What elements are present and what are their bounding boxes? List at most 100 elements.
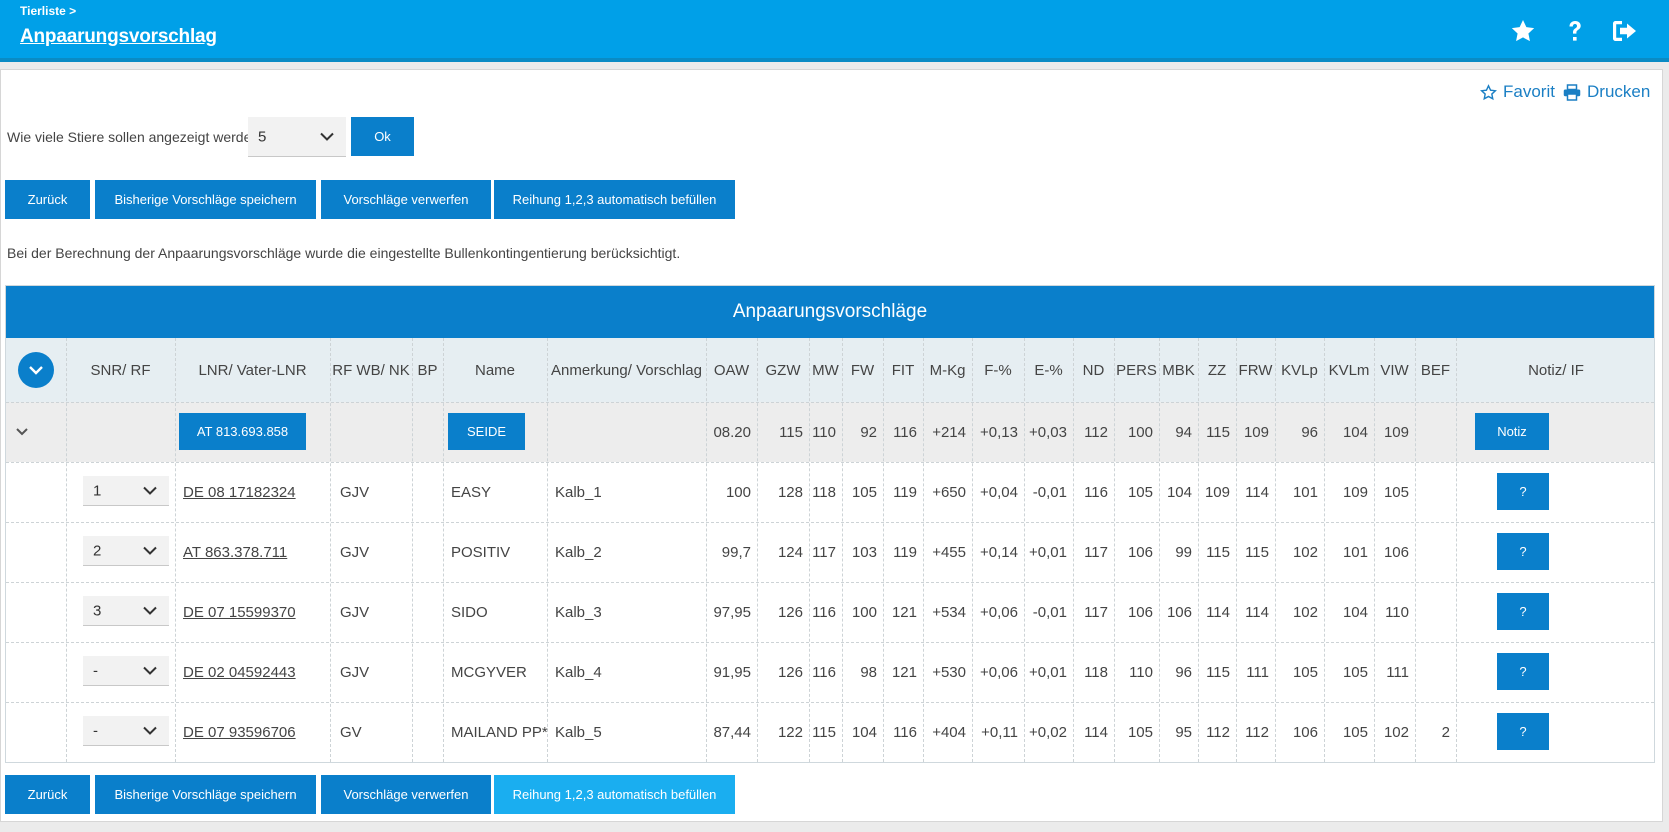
cow-value-gzw: 115: [779, 423, 803, 441]
column-header-kvlp[interactable]: KVLp: [1275, 338, 1324, 402]
value-frw: 114: [1245, 603, 1269, 621]
bull-lnr-link[interactable]: DE 08 17182324: [183, 462, 330, 522]
discard-suggestions-button[interactable]: Vorschläge verwerfen: [321, 180, 491, 219]
column-header-frw[interactable]: FRW: [1236, 338, 1275, 402]
if-button[interactable]: ?: [1497, 713, 1549, 750]
value-fit: 119: [893, 543, 917, 561]
column-header-snr[interactable]: SNR/ RF: [66, 338, 175, 402]
value-viw: 111: [1386, 663, 1409, 681]
value-kvlm: 105: [1342, 723, 1368, 741]
value-oaw: 97,95: [713, 603, 751, 621]
back-button-bottom[interactable]: Zurück: [5, 775, 90, 814]
cow-value-mbk: 94: [1175, 423, 1192, 441]
value-pers: 106: [1127, 603, 1153, 621]
logout-icon[interactable]: [1610, 16, 1640, 46]
if-button[interactable]: ?: [1497, 593, 1549, 630]
value-mkg: +650: [932, 483, 966, 501]
note-button[interactable]: Notiz: [1475, 413, 1549, 450]
cow-value-fit: 116: [893, 423, 917, 441]
chevron-down-icon: [143, 726, 157, 735]
column-header-bef[interactable]: BEF: [1415, 338, 1456, 402]
breadcrumb[interactable]: Tierliste >: [20, 4, 76, 18]
favorite-link[interactable]: Favorit: [1480, 82, 1555, 102]
help-icon[interactable]: [1560, 16, 1590, 46]
value-zz: 112: [1206, 723, 1230, 741]
bull-lnr-link[interactable]: DE 07 15599370: [183, 582, 330, 642]
column-header-fw[interactable]: FW: [842, 338, 883, 402]
value-frw: 115: [1245, 543, 1269, 561]
value-kvlp: 102: [1292, 543, 1318, 561]
ok-button[interactable]: Ok: [351, 117, 414, 156]
column-header-nd[interactable]: ND: [1073, 338, 1114, 402]
column-header-fit[interactable]: FIT: [883, 338, 923, 402]
column-header-rf[interactable]: RF WB/ NK: [330, 338, 412, 402]
discard-suggestions-button-bottom[interactable]: Vorschläge verwerfen: [321, 775, 491, 814]
cow-name-button[interactable]: SEIDE: [448, 413, 525, 450]
cow-lnr-button[interactable]: AT 813.693.858: [179, 413, 306, 450]
value-frw: 114: [1245, 483, 1269, 501]
value-zz: 114: [1206, 603, 1230, 621]
back-button[interactable]: Zurück: [5, 180, 90, 219]
value-nd: 116: [1084, 483, 1108, 501]
column-header-mw[interactable]: MW: [809, 338, 842, 402]
column-header-kvlm[interactable]: KVLm: [1324, 338, 1374, 402]
value-pers: 105: [1127, 483, 1153, 501]
value-fw: 100: [851, 603, 877, 621]
save-suggestions-button[interactable]: Bisherige Vorschläge speichern: [95, 180, 316, 219]
snr-select[interactable]: 3: [83, 596, 169, 626]
snr-select[interactable]: -: [83, 716, 169, 746]
if-button[interactable]: ?: [1497, 653, 1549, 690]
autofill-ranking-button[interactable]: Reihung 1,2,3 automatisch befüllen: [494, 180, 735, 219]
value-bef: 2: [1441, 723, 1450, 741]
value-gzw: 122: [777, 723, 803, 741]
column-header-bp[interactable]: BP: [412, 338, 443, 402]
chevron-down-icon: [29, 365, 43, 375]
snr-select[interactable]: 1: [83, 476, 169, 506]
cow-value-zz: 115: [1206, 423, 1230, 441]
value-mbk: 99: [1175, 543, 1192, 561]
column-header-mkg[interactable]: M-Kg: [923, 338, 972, 402]
print-link[interactable]: Drucken: [1563, 82, 1650, 102]
value-viw: 110: [1385, 603, 1409, 621]
bull-lnr-link[interactable]: DE 02 04592443: [183, 642, 330, 702]
value-kvlp: 105: [1292, 663, 1318, 681]
count-select[interactable]: 5: [248, 117, 346, 157]
value-fw: 104: [851, 723, 877, 741]
column-header-name[interactable]: Name: [443, 338, 547, 402]
bull-lnr-link[interactable]: DE 07 93596706: [183, 702, 330, 762]
snr-select[interactable]: 2: [83, 536, 169, 566]
value-nd: 117: [1084, 603, 1108, 621]
star-icon[interactable]: [1508, 16, 1538, 46]
value-bef: [1415, 582, 1450, 642]
save-suggestions-button-bottom[interactable]: Bisherige Vorschläge speichern: [95, 775, 316, 814]
chevron-down-icon: [143, 546, 157, 555]
column-header-notiz[interactable]: Notiz/ IF: [1456, 338, 1654, 402]
column-header-epct[interactable]: E-%: [1024, 338, 1073, 402]
column-header-zz[interactable]: ZZ: [1198, 338, 1236, 402]
value-mkg: +404: [932, 723, 966, 741]
if-button[interactable]: ?: [1497, 473, 1549, 510]
collapse-chevron-icon[interactable]: [16, 402, 46, 462]
expand-all-button[interactable]: [18, 352, 54, 388]
suggestion-note: Kalb_2: [555, 543, 602, 561]
rf-wb-nk: GV: [340, 723, 362, 741]
value-fw: 98: [860, 663, 877, 681]
column-header-viw[interactable]: VIW: [1374, 338, 1415, 402]
column-header-note[interactable]: Anmerkung/ Vorschlag: [547, 338, 706, 402]
column-header-lnr[interactable]: LNR/ Vater-LNR: [175, 338, 330, 402]
value-fit: 119: [893, 483, 917, 501]
value-mw: 117: [812, 543, 836, 561]
bull-lnr-link[interactable]: AT 863.378.711: [183, 522, 330, 582]
chevron-down-icon: [143, 666, 157, 675]
row-divider: [6, 762, 1654, 763]
column-header-oaw[interactable]: OAW: [706, 338, 757, 402]
page-title[interactable]: Anpaarungsvorschlag: [20, 26, 217, 48]
app-header: Tierliste > Anpaarungsvorschlag: [0, 0, 1669, 62]
if-button[interactable]: ?: [1497, 533, 1549, 570]
column-header-pers[interactable]: PERS: [1114, 338, 1159, 402]
autofill-ranking-button-bottom[interactable]: Reihung 1,2,3 automatisch befüllen: [494, 775, 735, 814]
column-header-fpct[interactable]: F-%: [972, 338, 1024, 402]
column-header-gzw[interactable]: GZW: [757, 338, 809, 402]
snr-select[interactable]: -: [83, 656, 169, 686]
column-header-mbk[interactable]: MBK: [1159, 338, 1198, 402]
